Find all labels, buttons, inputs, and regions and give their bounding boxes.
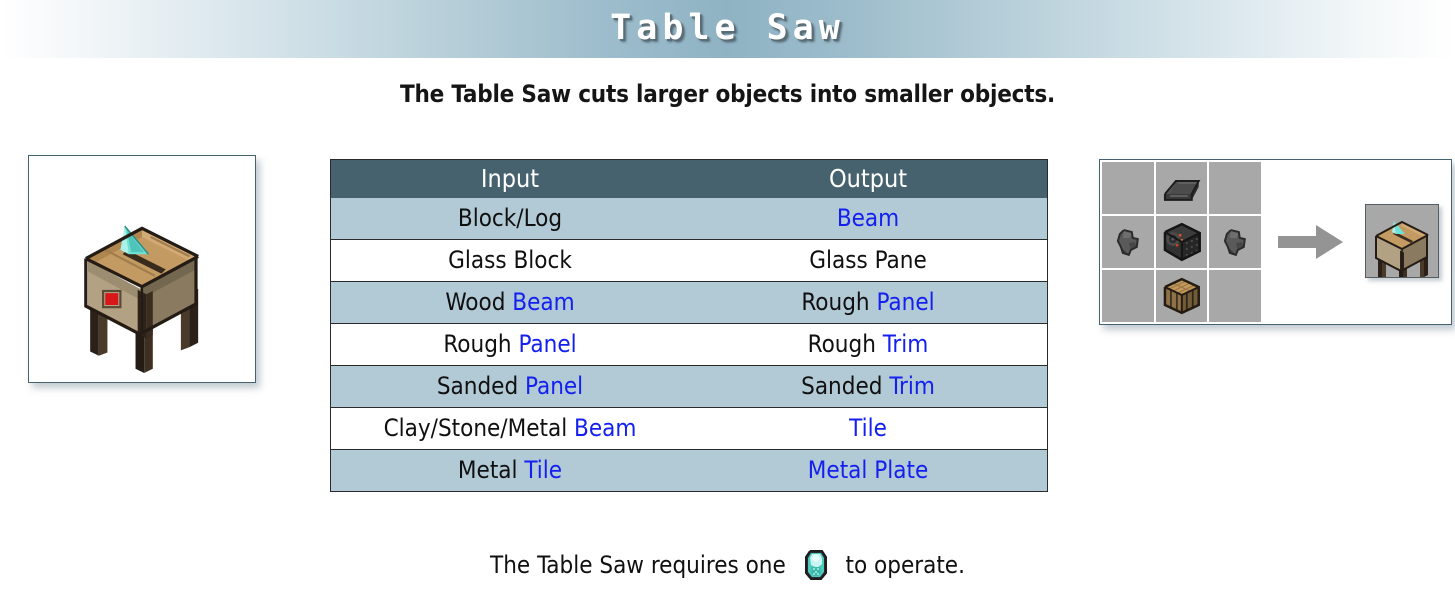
craft-slot-middle-left[interactable] xyxy=(1102,216,1154,268)
crafting-table-icon xyxy=(1163,277,1200,315)
input-link[interactable]: Panel xyxy=(518,330,576,358)
output-link[interactable]: Trim xyxy=(883,330,929,358)
output-text: Rough xyxy=(807,330,883,358)
cell-output: Rough Panel xyxy=(689,281,1048,324)
footer-text-before: The Table Saw requires one xyxy=(490,551,786,579)
output-text: Rough xyxy=(801,288,877,316)
column-header-input: Input xyxy=(330,159,689,198)
cell-output: Glass Pane xyxy=(689,239,1048,282)
craft-slot-middle-right[interactable] xyxy=(1209,216,1261,268)
input-link[interactable]: Tile xyxy=(524,456,562,484)
footer-text-after: to operate. xyxy=(845,551,965,579)
table-row: Glass Block Glass Pane xyxy=(330,239,1048,282)
table-row: Block/Log Beam xyxy=(330,198,1048,240)
input-text: Sanded xyxy=(436,372,526,400)
page-banner: Table Saw xyxy=(0,0,1455,58)
crafting-result-slot[interactable] xyxy=(1365,204,1439,278)
footer-note: The Table Saw requires one to operate. xyxy=(0,548,1455,582)
cell-input: Block/Log xyxy=(330,198,689,240)
crafting-recipe-panel xyxy=(1099,159,1452,325)
output-link[interactable]: Beam xyxy=(837,204,899,232)
conversion-table: Input Output Block/Log Beam Glass Block … xyxy=(330,159,1048,492)
cell-output: Sanded Trim xyxy=(689,365,1048,408)
craft-slot-top-center[interactable] xyxy=(1155,162,1208,214)
table-row: Metal Tile Metal Plate xyxy=(330,449,1048,492)
page-title: Table Saw xyxy=(610,8,845,48)
cell-input: Clay/Stone/Metal Beam xyxy=(330,407,689,450)
output-link[interactable]: Metal Plate xyxy=(808,456,928,484)
cell-input: Glass Block xyxy=(330,239,689,282)
output-text: Sanded xyxy=(801,372,890,400)
table-row: Sanded Panel Sanded Trim xyxy=(330,365,1048,408)
input-text: Block/Log xyxy=(457,204,563,232)
output-link[interactable]: Tile xyxy=(849,414,887,442)
arrow-right-icon xyxy=(1278,225,1343,259)
input-text: Glass Block xyxy=(448,246,572,274)
table-header-row: Input Output xyxy=(330,159,1048,198)
input-text: Metal xyxy=(457,456,525,484)
input-text: Clay/Stone/Metal xyxy=(383,414,575,442)
craft-slot-top-right[interactable] xyxy=(1209,162,1261,214)
cell-input: Sanded Panel xyxy=(330,365,689,408)
input-link[interactable]: Beam xyxy=(574,414,636,442)
page-subtitle: The Table Saw cuts larger objects into s… xyxy=(399,80,1056,108)
input-text: Wood xyxy=(445,288,513,316)
cell-output: Rough Trim xyxy=(689,323,1048,366)
input-link[interactable]: Beam xyxy=(512,288,574,316)
table-body: Block/Log Beam Glass Block Glass Pane Wo… xyxy=(330,198,1048,492)
craft-slot-middle-center[interactable] xyxy=(1155,216,1208,268)
table-row: Rough Panel Rough Trim xyxy=(330,323,1048,366)
output-link[interactable]: Trim xyxy=(889,372,935,400)
cell-output: Metal Plate xyxy=(689,449,1048,492)
input-text: Rough xyxy=(443,330,519,358)
cell-input: Metal Tile xyxy=(330,449,689,492)
craft-slot-bottom-right[interactable] xyxy=(1209,270,1261,322)
cell-output: Tile xyxy=(689,407,1048,450)
table-saw-result-icon xyxy=(1375,220,1429,277)
output-text: Glass Pane xyxy=(809,246,927,274)
table-row: Clay/Stone/Metal Beam Tile xyxy=(330,407,1048,450)
input-link[interactable]: Panel xyxy=(525,372,583,400)
flint-icon xyxy=(1116,229,1139,257)
machine-frame-icon xyxy=(1163,222,1201,262)
block-preview-panel xyxy=(28,155,256,383)
craft-slot-bottom-center[interactable] xyxy=(1155,270,1208,322)
flint-icon xyxy=(1224,229,1247,257)
table-saw-block-image xyxy=(29,156,255,382)
cell-input: Wood Beam xyxy=(330,281,689,324)
table-row: Wood Beam Rough Panel xyxy=(330,281,1048,324)
cell-output: Beam xyxy=(689,198,1048,240)
cell-input: Rough Panel xyxy=(330,323,689,366)
iron-ingot-icon xyxy=(1163,180,1201,201)
diamond-icon xyxy=(804,550,827,580)
craft-slot-bottom-left[interactable] xyxy=(1102,270,1154,322)
output-link[interactable]: Panel xyxy=(876,288,934,316)
column-header-output: Output xyxy=(689,159,1048,198)
craft-slot-top-left[interactable] xyxy=(1102,162,1154,214)
crafting-grid xyxy=(1102,162,1261,322)
